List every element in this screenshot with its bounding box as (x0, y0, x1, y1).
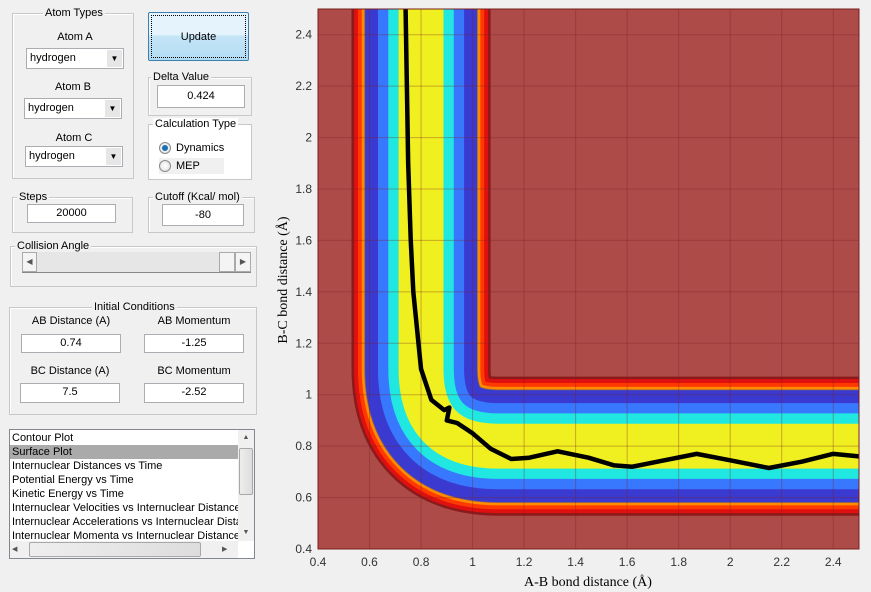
potential-energy-surface-plot: 0.4 0.6 0.8 1 1.2 1.4 1.6 1.8 2 2.2 2.4 0.4 0.6 0.8 1 1… (275, 8, 860, 590)
y-tick-label: 1.4 (295, 285, 312, 299)
x-tick-label: 0.8 (413, 555, 430, 569)
x-tick-label: 0.4 (310, 555, 327, 569)
y-tick-label: 1.8 (295, 182, 312, 196)
x-tick-label: 2.4 (825, 555, 842, 569)
y-axis-label: B-C bond distance (Å) (275, 216, 291, 343)
x-tick-label: 0.6 (361, 555, 378, 569)
x-tick-label: 2 (727, 555, 734, 569)
y-tick-label: 0.8 (295, 439, 312, 453)
x-tick-label: 1 (469, 555, 476, 569)
y-tick-label: 1.2 (295, 336, 312, 350)
x-axis-label: A-B bond distance (Å) (524, 574, 652, 590)
y-tick-label: 0.4 (295, 542, 312, 556)
y-tick-label: 1 (305, 388, 312, 402)
x-tick-label: 1.6 (619, 555, 636, 569)
x-tick-label: 1.8 (670, 555, 687, 569)
y-tick-label: 2 (305, 131, 312, 145)
x-tick-label: 1.2 (516, 555, 533, 569)
y-tick-label: 2.4 (295, 28, 312, 42)
y-tick-label: 0.6 (295, 491, 312, 505)
x-tick-label: 1.4 (567, 555, 584, 569)
y-tick-label: 1.6 (295, 233, 312, 247)
x-tick-label: 2.2 (773, 555, 790, 569)
y-tick-label: 2.2 (295, 79, 312, 93)
